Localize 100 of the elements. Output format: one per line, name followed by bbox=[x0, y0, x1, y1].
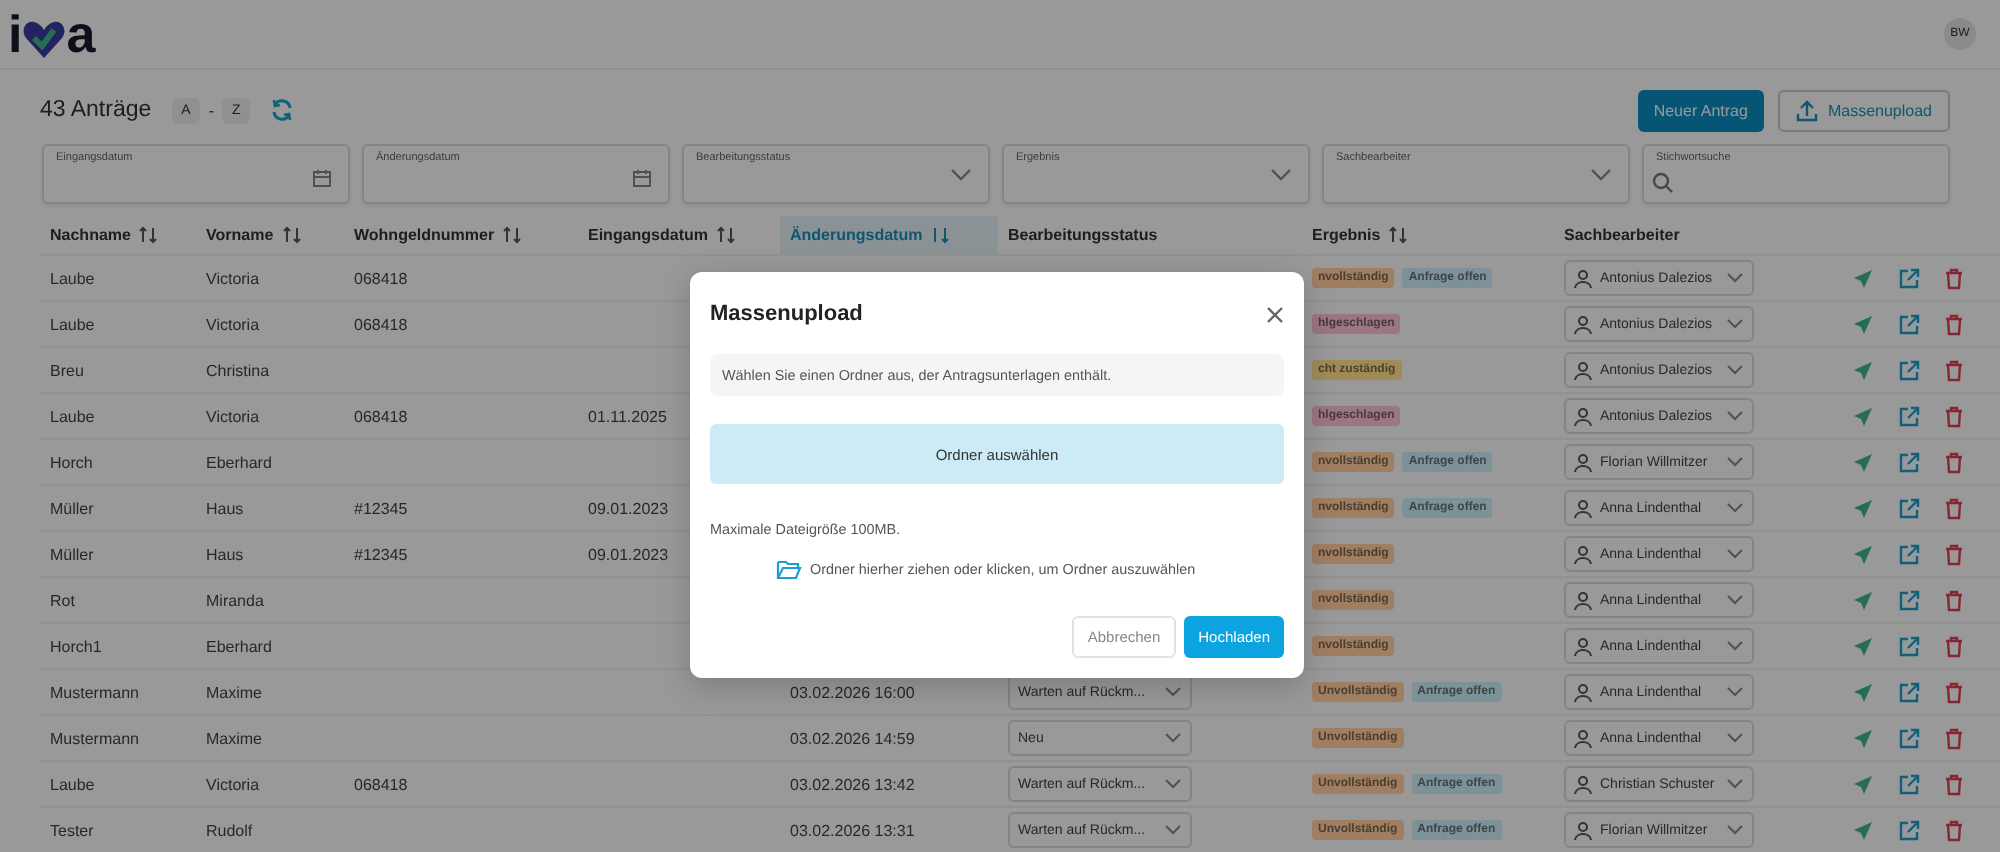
send-icon[interactable] bbox=[1852, 589, 1874, 611]
send-icon[interactable] bbox=[1852, 497, 1874, 519]
chevron-down-icon[interactable] bbox=[1726, 456, 1744, 468]
chevron-down-icon[interactable] bbox=[1726, 548, 1744, 560]
upload-icon bbox=[1795, 99, 1818, 121]
table-cell: 03.02.2026 16:00 bbox=[790, 683, 915, 701]
new-application-button[interactable]: Neuer Antrag bbox=[1637, 89, 1764, 131]
search-icon bbox=[1652, 172, 1674, 194]
send-icon[interactable] bbox=[1852, 727, 1874, 749]
chevron-down-icon[interactable] bbox=[1164, 824, 1182, 836]
open-external-icon[interactable] bbox=[1898, 497, 1920, 519]
open-external-icon[interactable] bbox=[1898, 267, 1920, 289]
folder-icon[interactable] bbox=[776, 558, 802, 580]
send-icon[interactable] bbox=[1852, 681, 1874, 703]
trash-icon[interactable] bbox=[1944, 313, 1964, 335]
trash-icon[interactable] bbox=[1944, 635, 1964, 657]
sort-descending-icon[interactable] bbox=[930, 226, 951, 244]
bulk-upload-button[interactable]: Massenupload bbox=[1777, 89, 1950, 131]
person-icon bbox=[1574, 591, 1592, 609]
table-cell: Mustermann bbox=[50, 729, 139, 747]
trash-icon[interactable] bbox=[1944, 589, 1964, 611]
table-cell: Rot bbox=[50, 591, 75, 609]
open-external-icon[interactable] bbox=[1898, 589, 1920, 611]
column-header[interactable]: Ergebnis bbox=[1302, 216, 1554, 254]
sort-icon[interactable] bbox=[138, 226, 159, 244]
calendar-icon[interactable] bbox=[312, 168, 332, 188]
send-icon[interactable] bbox=[1852, 359, 1874, 381]
trash-icon[interactable] bbox=[1944, 497, 1964, 519]
chevron-down-icon[interactable] bbox=[1726, 824, 1744, 836]
send-icon[interactable] bbox=[1852, 543, 1874, 565]
chevron-down-icon[interactable] bbox=[1726, 686, 1744, 698]
refresh-icon[interactable] bbox=[270, 98, 295, 122]
chevron-down-icon[interactable] bbox=[1164, 686, 1182, 698]
trash-icon[interactable] bbox=[1944, 681, 1964, 703]
chevron-down-icon[interactable] bbox=[1726, 318, 1744, 330]
trash-icon[interactable] bbox=[1944, 773, 1964, 795]
send-icon[interactable] bbox=[1852, 819, 1874, 841]
trash-icon[interactable] bbox=[1944, 451, 1964, 473]
send-icon[interactable] bbox=[1852, 635, 1874, 657]
logo-letter: a bbox=[66, 8, 96, 60]
open-external-icon[interactable] bbox=[1898, 359, 1920, 381]
chevron-down-icon[interactable] bbox=[1726, 272, 1744, 284]
send-icon[interactable] bbox=[1852, 405, 1874, 427]
table-cell: Haus bbox=[206, 499, 244, 517]
trash-icon[interactable] bbox=[1944, 727, 1964, 749]
trash-icon[interactable] bbox=[1944, 359, 1964, 381]
calendar-icon[interactable] bbox=[632, 168, 652, 188]
open-external-icon[interactable] bbox=[1898, 727, 1920, 749]
send-icon[interactable] bbox=[1852, 313, 1874, 335]
column-header[interactable]: Vorname bbox=[196, 216, 344, 254]
person-icon bbox=[1574, 315, 1592, 333]
sort-icon[interactable] bbox=[502, 226, 523, 244]
table-cell: 068418 bbox=[354, 315, 408, 333]
open-external-icon[interactable] bbox=[1898, 819, 1920, 841]
chevron-down-icon[interactable] bbox=[1726, 364, 1744, 376]
close-icon[interactable] bbox=[1266, 305, 1284, 323]
open-external-icon[interactable] bbox=[1898, 405, 1920, 427]
table-cell: 03.02.2026 13:42 bbox=[790, 775, 915, 793]
column-header[interactable]: Wohngeldnummer bbox=[344, 216, 578, 254]
chevron-down-icon[interactable] bbox=[950, 168, 972, 182]
table-cell: 068418 bbox=[354, 269, 408, 287]
column-header[interactable]: Eingangsdatum bbox=[578, 216, 780, 254]
open-external-icon[interactable] bbox=[1898, 313, 1920, 335]
person-icon bbox=[1574, 775, 1592, 793]
chevron-down-icon[interactable] bbox=[1164, 732, 1182, 744]
chevron-down-icon[interactable] bbox=[1726, 410, 1744, 422]
open-external-icon[interactable] bbox=[1898, 681, 1920, 703]
send-icon[interactable] bbox=[1852, 451, 1874, 473]
column-header[interactable]: Bearbeitungsstatus bbox=[998, 216, 1302, 254]
open-external-icon[interactable] bbox=[1898, 451, 1920, 473]
trash-icon[interactable] bbox=[1944, 405, 1964, 427]
sort-icon[interactable] bbox=[716, 226, 737, 244]
chevron-down-icon[interactable] bbox=[1726, 778, 1744, 790]
table-cell: Mustermann bbox=[50, 683, 139, 701]
open-external-icon[interactable] bbox=[1898, 635, 1920, 657]
send-icon[interactable] bbox=[1852, 773, 1874, 795]
send-icon[interactable] bbox=[1852, 267, 1874, 289]
trash-icon[interactable] bbox=[1944, 819, 1964, 841]
chevron-down-icon[interactable] bbox=[1726, 640, 1744, 652]
column-header[interactable]: Nachname bbox=[40, 216, 196, 254]
chevron-down-icon[interactable] bbox=[1270, 168, 1292, 182]
chevron-down-icon[interactable] bbox=[1164, 778, 1182, 790]
open-external-icon[interactable] bbox=[1898, 773, 1920, 795]
chevron-down-icon[interactable] bbox=[1726, 502, 1744, 514]
table-cell: Maxime bbox=[206, 683, 263, 701]
open-external-icon[interactable] bbox=[1898, 543, 1920, 565]
table-cell: Müller bbox=[50, 545, 94, 563]
table-cell: 09.01.2023 bbox=[588, 499, 669, 517]
trash-icon[interactable] bbox=[1944, 543, 1964, 565]
table-cell: Laube bbox=[50, 407, 95, 425]
sort-icon[interactable] bbox=[1388, 226, 1409, 244]
table-cell: 03.02.2026 13:31 bbox=[790, 821, 915, 839]
sort-icon[interactable] bbox=[281, 226, 302, 244]
table-cell: Haus bbox=[206, 545, 244, 563]
chevron-down-icon[interactable] bbox=[1726, 594, 1744, 606]
person-icon bbox=[1574, 545, 1592, 563]
chevron-down-icon[interactable] bbox=[1590, 168, 1612, 182]
trash-icon[interactable] bbox=[1944, 267, 1964, 289]
column-header[interactable]: Sachbearbeiter bbox=[1554, 216, 1824, 254]
chevron-down-icon[interactable] bbox=[1726, 732, 1744, 744]
